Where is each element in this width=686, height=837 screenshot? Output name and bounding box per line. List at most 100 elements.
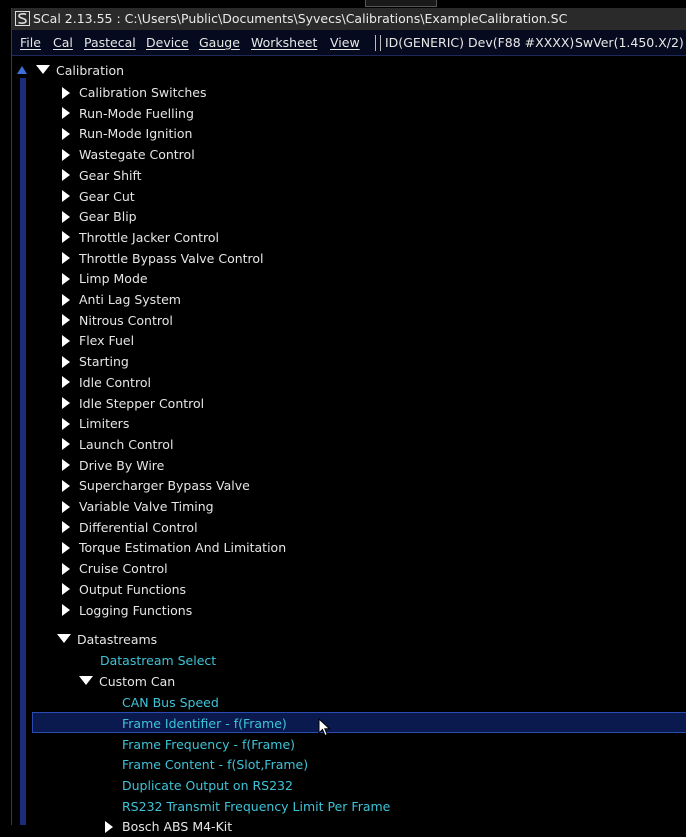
collapsed-arrow-icon[interactable] — [62, 355, 70, 368]
tree-leaf-custom-can[interactable]: Frame Identifier - f(Frame) — [122, 714, 287, 734]
status-device: Dev(F88 #XXXX) — [468, 35, 575, 50]
tree-node-label: Output Functions — [79, 581, 187, 597]
expanded-arrow-icon[interactable] — [57, 634, 71, 643]
tree-node-item[interactable]: Differential Control — [62, 518, 198, 538]
calibration-tree: Calibration Calibration Switches Run-Mode… — [12, 56, 686, 834]
tree-node-item[interactable]: Starting — [62, 352, 129, 372]
tree-leaf-label: CAN Bus Speed — [122, 695, 219, 710]
collapsed-arrow-icon[interactable] — [62, 521, 70, 534]
tree-node-item[interactable]: Torque Estimation And Limitation — [62, 538, 286, 558]
tree-node-item[interactable]: Flex Fuel — [62, 331, 134, 351]
menu-device[interactable]: Device — [146, 30, 189, 55]
tree-node-item[interactable]: Run-Mode Fuelling — [62, 104, 194, 124]
tree-node-item[interactable]: Limp Mode — [62, 269, 148, 289]
collapsed-arrow-icon[interactable] — [62, 500, 70, 513]
tree-node-item[interactable]: Run-Mode Ignition — [62, 124, 192, 144]
window-title: SCal 2.13.55 : C:\Users\Public\Documents… — [33, 11, 568, 26]
collapsed-arrow-icon[interactable] — [62, 210, 70, 223]
collapsed-arrow-icon[interactable] — [62, 314, 70, 327]
tree-node-item[interactable]: Cruise Control — [62, 559, 168, 579]
tree-node-item[interactable]: Variable Valve Timing — [62, 497, 214, 517]
collapsed-arrow-icon[interactable] — [62, 231, 70, 244]
tree-node-label: Throttle Bypass Valve Control — [79, 250, 264, 266]
collapsed-arrow-icon[interactable] — [105, 820, 113, 833]
tree-node-item[interactable]: Calibration Switches — [62, 83, 207, 103]
tree-leaf-custom-can[interactable]: Frame Content - f(Slot,Frame) — [122, 755, 308, 775]
collapsed-arrow-icon[interactable] — [62, 438, 70, 451]
tree-node-label: Launch Control — [79, 436, 174, 452]
tree-node-label: Limp Mode — [79, 271, 148, 287]
collapsed-arrow-icon[interactable] — [62, 293, 70, 306]
tree-leaf-datastream-select[interactable]: Datastream Select — [100, 651, 216, 671]
tree-node-custom-can[interactable]: Custom Can — [79, 672, 175, 692]
expanded-arrow-icon[interactable] — [36, 65, 50, 74]
collapsed-arrow-icon[interactable] — [62, 272, 70, 285]
collapsed-arrow-icon[interactable] — [62, 107, 70, 120]
vertical-scrollbar[interactable] — [17, 66, 27, 825]
tree-node-label: Differential Control — [79, 519, 198, 535]
tree-leaf-custom-can[interactable]: CAN Bus Speed — [122, 693, 219, 713]
tree-node-datastreams[interactable]: Datastreams — [57, 630, 157, 650]
collapsed-arrow-icon[interactable] — [62, 459, 70, 472]
tree-node-label: Run-Mode Fuelling — [79, 105, 194, 121]
tree-node-label: Anti Lag System — [79, 292, 181, 307]
tree-node-label: Calibration — [56, 63, 125, 78]
collapsed-arrow-icon[interactable] — [62, 252, 70, 265]
menu-separator — [375, 35, 381, 51]
tree-node-label: Flex Fuel — [79, 333, 135, 349]
tree-leaf-custom-can[interactable]: Frame Frequency - f(Frame) — [122, 735, 295, 755]
tree-node-calibration[interactable]: Calibration — [36, 61, 124, 81]
background-window-fragment — [365, 0, 437, 7]
tree-node-item[interactable]: Idle Control — [62, 373, 151, 393]
collapsed-arrow-icon[interactable] — [62, 604, 70, 616]
collapsed-arrow-icon[interactable] — [62, 562, 70, 575]
expanded-arrow-icon[interactable] — [79, 676, 93, 685]
collapsed-arrow-icon[interactable] — [62, 86, 70, 99]
tree-node-item[interactable]: Gear Shift — [62, 166, 142, 186]
menu-bar: File Cal Pastecal Device Gauge Worksheet… — [12, 30, 686, 56]
collapsed-arrow-icon[interactable] — [62, 148, 70, 161]
tree-node-item[interactable]: Logging Functions — [62, 601, 192, 621]
tree-leaf-custom-can[interactable]: Duplicate Output on RS232 — [122, 776, 293, 796]
tree-node-item[interactable]: Nitrous Control — [62, 311, 173, 331]
collapsed-arrow-icon[interactable] — [62, 479, 70, 492]
collapsed-arrow-icon[interactable] — [62, 169, 70, 182]
menu-pastecal[interactable]: Pastecal — [84, 30, 136, 55]
tree-node-item[interactable]: Throttle Bypass Valve Control — [62, 249, 264, 269]
collapsed-arrow-icon[interactable] — [62, 397, 70, 409]
tree-node-item[interactable]: Gear Blip — [62, 207, 137, 227]
collapsed-arrow-icon[interactable] — [62, 541, 70, 554]
scroll-up-arrow-icon[interactable] — [17, 66, 27, 74]
tree-node-label: Limiters — [79, 416, 130, 432]
tree-leaf-label: Frame Frequency - f(Frame) — [122, 736, 296, 752]
menu-worksheet[interactable]: Worksheet — [251, 30, 317, 55]
tree-node-label: Drive By Wire — [79, 457, 165, 473]
tree-node-item[interactable]: Drive By Wire — [62, 456, 164, 476]
tree-node-item[interactable]: Launch Control — [62, 435, 173, 455]
tree-node-item[interactable]: Limiters — [62, 414, 129, 434]
menu-gauge[interactable]: Gauge — [199, 30, 240, 55]
collapsed-arrow-icon[interactable] — [62, 376, 70, 389]
tree-node-item[interactable]: Supercharger Bypass Valve — [62, 476, 250, 496]
scrollbar-thumb[interactable] — [20, 78, 26, 825]
menu-file[interactable]: File — [20, 30, 41, 55]
tree-node-label: Supercharger Bypass Valve — [79, 478, 250, 494]
menu-view[interactable]: View — [330, 30, 360, 55]
tree-node-label: Cruise Control — [79, 561, 168, 577]
collapsed-arrow-icon[interactable] — [62, 417, 70, 430]
tree-node-item[interactable]: Output Functions — [62, 580, 186, 600]
tree-node-item[interactable]: Gear Cut — [62, 187, 135, 207]
tree-node-item[interactable]: Wastegate Control — [62, 145, 195, 165]
scal-window: SCal 2.13.55 : C:\Users\Public\Documents… — [11, 8, 686, 834]
tree-node-item[interactable]: Anti Lag System — [62, 290, 181, 310]
collapsed-arrow-icon[interactable] — [62, 127, 70, 140]
tree-node-bosch-abs[interactable]: Bosch ABS M4-Kit — [105, 817, 232, 837]
tree-leaf-label: Frame Identifier - f(Frame) — [122, 715, 287, 731]
tree-leaf-custom-can[interactable]: RS232 Transmit Frequency Limit Per Frame — [122, 797, 390, 817]
collapsed-arrow-icon[interactable] — [62, 190, 70, 202]
menu-cal[interactable]: Cal — [53, 30, 73, 55]
collapsed-arrow-icon[interactable] — [62, 583, 70, 596]
collapsed-arrow-icon[interactable] — [62, 334, 70, 347]
tree-node-item[interactable]: Throttle Jacker Control — [62, 228, 219, 248]
tree-node-item[interactable]: Idle Stepper Control — [62, 394, 204, 414]
